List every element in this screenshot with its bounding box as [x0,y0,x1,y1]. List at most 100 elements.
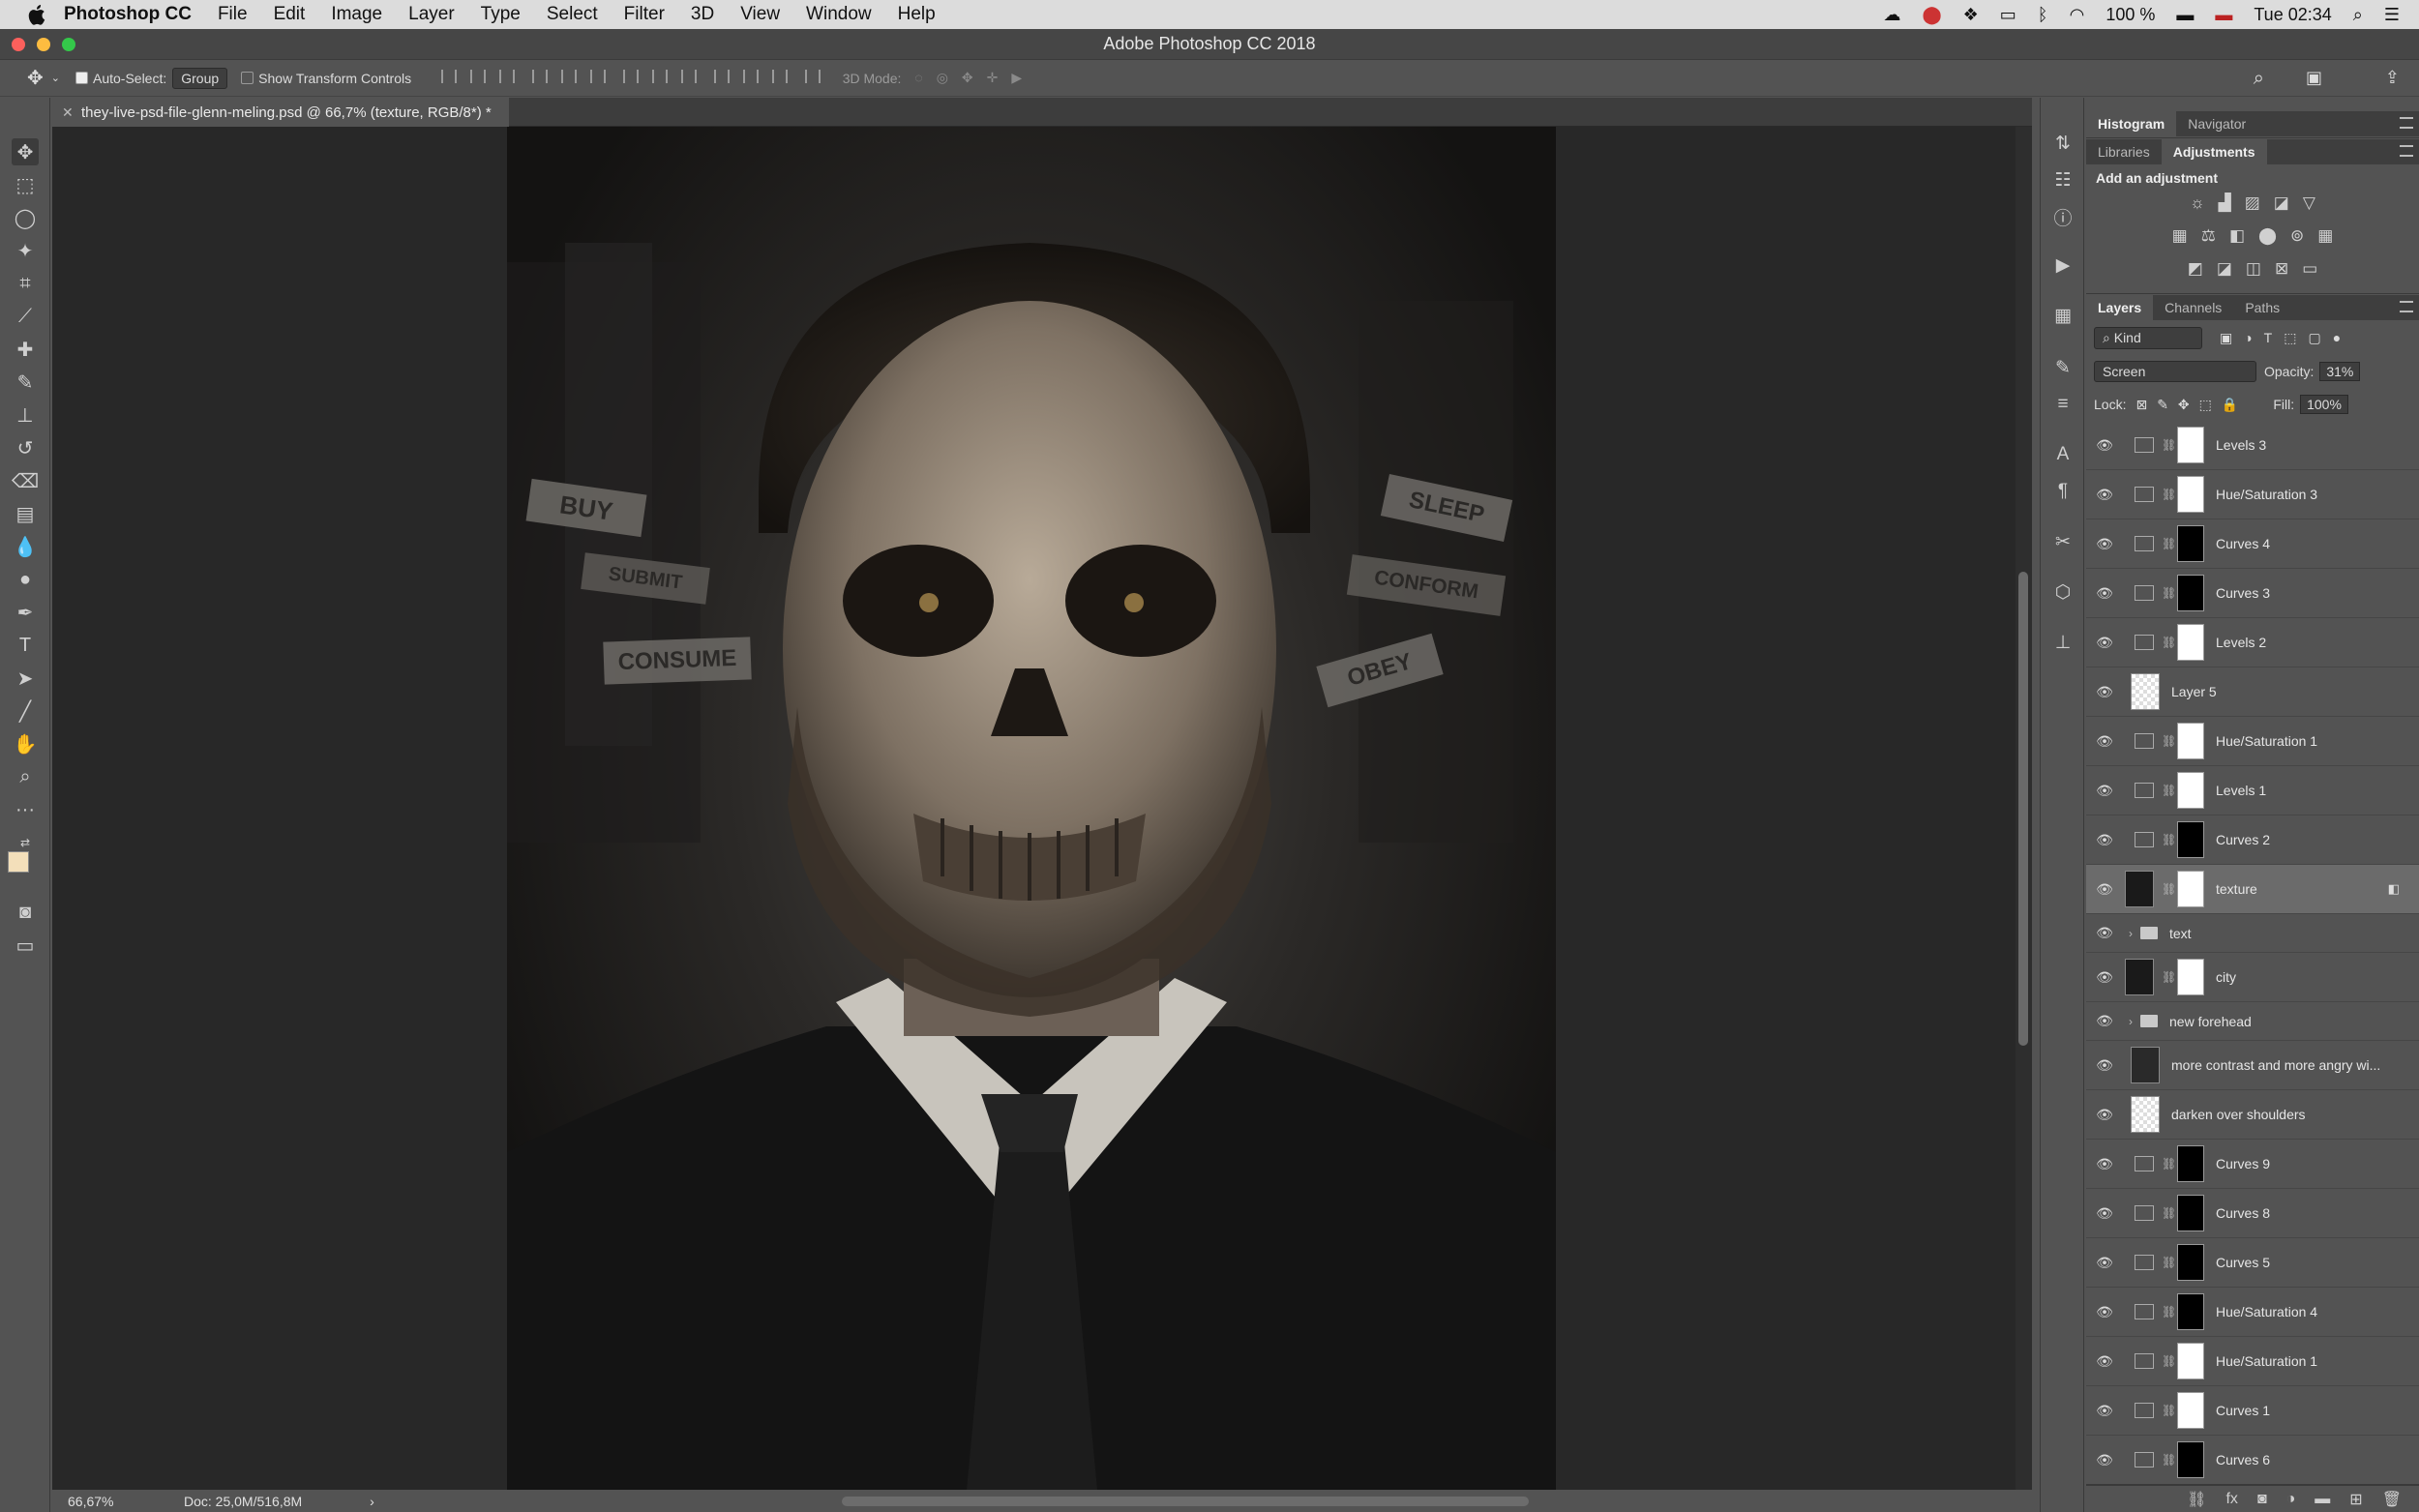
visibility-eye-icon[interactable]: 👁 [2092,635,2117,651]
mask-link-icon[interactable]: ⛓ [2162,833,2176,846]
menu-layer[interactable]: Layer [408,4,455,25]
foreground-color-swatch[interactable] [8,851,29,873]
tab-libraries[interactable]: Libraries [2086,139,2162,164]
layer-mask-thumbnail[interactable] [2177,624,2204,661]
creative-cloud-icon[interactable]: ☁ [1883,5,1900,25]
align-right-icon[interactable] [590,70,607,83]
app-menu[interactable]: Photoshop CC [64,4,192,25]
menu-image[interactable]: Image [331,4,382,25]
blend-mode-dropdown[interactable]: Screen [2094,361,2256,382]
layer-row[interactable]: 👁 ⛓ Hue/Saturation 4 [2086,1288,2419,1337]
exposure-icon[interactable]: ◪ [2274,193,2289,213]
minimize-window-button[interactable] [37,38,50,51]
mode3d-icons[interactable]: ◌◎✥✛▶ [914,70,1035,86]
clone-source-panel-icon[interactable]: ⊥ [2050,630,2076,655]
tab-adjustments[interactable]: Adjustments [2161,139,2267,164]
layer-row[interactable]: 👁 ⛓ Levels 3 [2086,421,2419,470]
opacity-input[interactable]: 31% [2319,362,2361,381]
swatches-panel-icon[interactable]: ▦ [2050,303,2076,328]
align-left-icon[interactable] [532,70,549,83]
tab-paths[interactable]: Paths [2233,295,2291,320]
hand-tool-icon[interactable]: ✋ [12,730,39,757]
mask-link-icon[interactable]: ⛓ [2162,1157,2176,1171]
channel-mixer-icon[interactable]: ⊚ [2290,226,2304,246]
share-icon[interactable]: ⇪ [2385,68,2400,88]
zoom-level[interactable]: 66,67% [68,1494,184,1509]
panel-menu-icon[interactable] [2400,145,2413,157]
curves-icon[interactable]: ▨ [2245,193,2260,213]
transform-controls-checkbox[interactable] [241,72,254,84]
brushes-panel-icon[interactable]: ✎ [2050,355,2076,380]
layer-thumbnail[interactable] [2131,1047,2160,1083]
visibility-eye-icon[interactable]: 👁 [2092,684,2117,700]
layer-mask-thumbnail[interactable] [2177,1343,2204,1379]
layer-mask-thumbnail[interactable] [2177,1441,2204,1478]
vertical-scrollbar[interactable] [2016,127,2032,1490]
menu-type[interactable]: Type [481,4,521,25]
layer-row[interactable]: 👁 ⛓ Levels 2 [2086,618,2419,667]
spotlight-search-icon[interactable]: ⌕ [2353,5,2363,25]
layer-mask-thumbnail[interactable] [2177,427,2204,463]
3d-panel-icon[interactable]: ⬡ [2050,579,2076,605]
layer-row[interactable]: 👁 ⛓ Curves 1 [2086,1386,2419,1436]
mask-link-icon[interactable]: ⛓ [2162,1354,2176,1368]
move-tool-icon[interactable]: ✥ [27,66,44,90]
threshold-icon[interactable]: ◫ [2246,259,2261,279]
tool-preset-chevron-icon[interactable]: ⌄ [51,72,60,84]
fill-input[interactable]: 100% [2300,395,2348,414]
tool-presets-panel-icon[interactable]: ✂ [2050,529,2076,554]
mask-link-icon[interactable]: ⛓ [2162,882,2176,896]
gradient-map-icon[interactable]: ▭ [2302,259,2317,279]
apple-icon[interactable] [25,3,48,26]
layer-thumbnail[interactable] [2131,673,2160,710]
menu-select[interactable]: Select [547,4,598,25]
visibility-eye-icon[interactable]: 👁 [2092,585,2117,602]
distribute-left-icon[interactable] [713,70,730,83]
auto-select-dropdown[interactable]: Group [172,67,228,89]
layer-row[interactable]: 👁 ⛓ texture ◧ [2086,865,2419,914]
layer-thumbnail[interactable] [2125,959,2154,995]
zoom-window-button[interactable] [62,38,75,51]
distribute-bottom-icon[interactable] [680,70,697,83]
layer-row[interactable]: 👁 ⛓ Hue/Saturation 1 [2086,1337,2419,1386]
distribute-vcenter-icon[interactable] [651,70,668,83]
new-group-icon[interactable]: ▬ [2314,1491,2330,1508]
align-top-icon[interactable] [441,70,458,83]
history-panel-icon[interactable]: ⇅ [2050,131,2076,156]
clone-stamp-tool-icon[interactable]: ⊥ [12,401,39,429]
pen-tool-icon[interactable]: ✒ [12,599,39,626]
mask-link-icon[interactable]: ⛓ [2162,438,2176,452]
mask-link-icon[interactable]: ⛓ [2162,1305,2176,1319]
type-tool-icon[interactable]: T [12,632,39,659]
mask-link-icon[interactable]: ⛓ [2162,970,2176,984]
display-icon[interactable]: ▭ [2000,5,2016,25]
mask-link-icon[interactable]: ⛓ [2162,1453,2176,1467]
visibility-eye-icon[interactable]: 👁 [2092,925,2117,941]
layer-row[interactable]: 👁 ⛓ Curves 2 [2086,815,2419,865]
mask-link-icon[interactable]: ⛓ [2162,734,2176,748]
vibrance-icon[interactable]: ▽ [2303,193,2315,213]
line-tool-icon[interactable]: ╱ [12,697,39,725]
menu-3d[interactable]: 3D [691,4,714,25]
dodge-tool-icon[interactable]: ● [12,566,39,593]
visibility-eye-icon[interactable]: 👁 [2092,1353,2117,1370]
layer-mask-thumbnail[interactable] [2177,575,2204,611]
bluetooth-icon[interactable]: ᛒ [2038,5,2048,25]
distribute-right-icon[interactable] [771,70,788,83]
close-tab-icon[interactable]: ✕ [62,104,74,121]
tab-layers[interactable]: Layers [2086,295,2154,320]
menu-view[interactable]: View [740,4,780,25]
layer-mask-thumbnail[interactable] [2177,525,2204,562]
auto-align-icon[interactable] [804,70,821,83]
layer-row[interactable]: 👁 ⛓ Curves 8 [2086,1189,2419,1238]
brightness-contrast-icon[interactable]: ☼ [2190,193,2205,213]
levels-icon[interactable]: ▟ [2219,193,2231,213]
more-tools-icon[interactable]: ··· [12,796,39,823]
marquee-tool-icon[interactable]: ⬚ [12,171,39,198]
panel-menu-icon[interactable] [2400,301,2413,312]
document-tab[interactable]: ✕ they-live-psd-file-glenn-meling.psd @ … [52,98,509,127]
link-layers-icon[interactable]: ⛓ [2187,1490,2206,1509]
layer-row[interactable]: 👁 ⛓ Curves 4 [2086,519,2419,569]
layer-thumbnail[interactable] [2125,871,2154,907]
menu-window[interactable]: Window [806,4,872,25]
